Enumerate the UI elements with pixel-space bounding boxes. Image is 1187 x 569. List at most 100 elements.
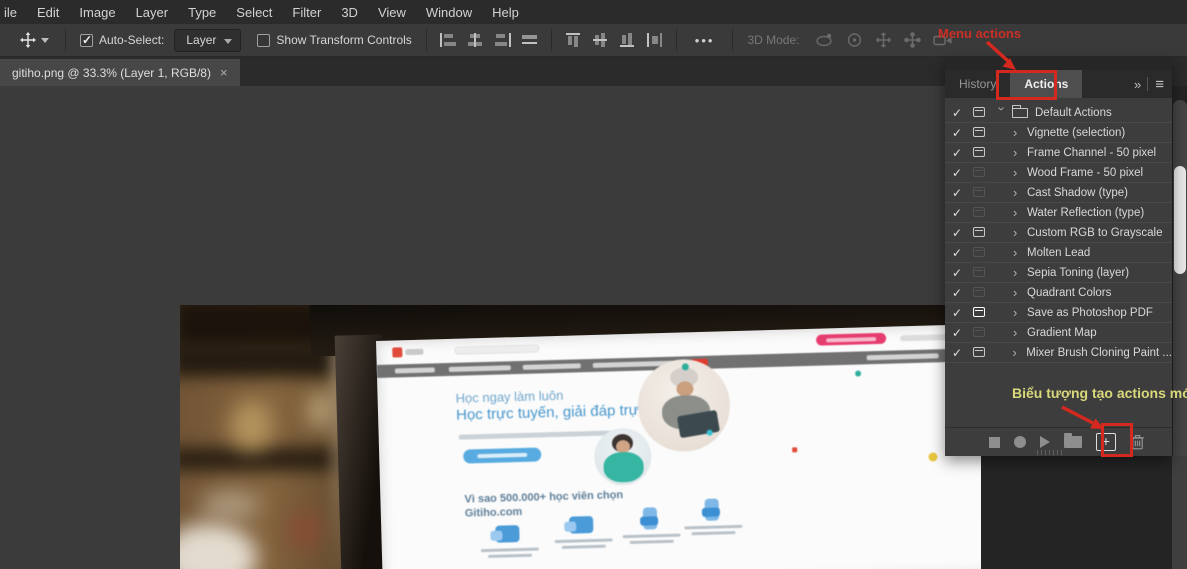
action-label[interactable]: Molten Lead (1027, 247, 1090, 259)
action-row[interactable]: ✓ › Custom RGB to Grayscale (945, 223, 1172, 243)
3d-slide-icon[interactable] (904, 32, 922, 48)
disclosure-triangle-icon[interactable]: › (1013, 146, 1027, 159)
disclosure-triangle-icon[interactable]: › (1013, 266, 1027, 279)
stop-button[interactable] (989, 436, 1000, 448)
document-image[interactable]: Học ngay làm luôn Học trực tuyến, giải đ… (180, 305, 981, 569)
auto-select-checkbox[interactable]: Auto-Select: (74, 33, 170, 47)
item-toggle-check-icon[interactable]: ✓ (952, 266, 973, 280)
action-label[interactable]: Vignette (selection) (1027, 127, 1125, 139)
play-button[interactable] (1040, 436, 1050, 448)
disclosure-triangle-icon[interactable]: › (1012, 346, 1026, 359)
disclosure-triangle-icon[interactable]: › (1013, 246, 1027, 259)
dialog-toggle-icon[interactable] (973, 146, 985, 157)
menu-item[interactable]: Help (482, 5, 529, 20)
dialog-toggle-icon[interactable] (973, 266, 985, 277)
align-left-edges-icon[interactable] (439, 33, 457, 47)
action-label[interactable]: Save as Photoshop PDF (1027, 307, 1153, 319)
action-row[interactable]: ✓ › Sepia Toning (layer) (945, 263, 1172, 283)
move-tool-button[interactable] (0, 32, 57, 48)
action-label[interactable]: Frame Channel - 50 pixel (1027, 147, 1156, 159)
item-toggle-check-icon[interactable]: ✓ (952, 286, 973, 300)
dialog-toggle-icon[interactable] (973, 226, 985, 237)
align-bottom-edges-icon[interactable] (618, 33, 636, 47)
tool-preset-chevron-icon[interactable] (41, 37, 49, 43)
3d-roll-icon[interactable] (846, 32, 863, 48)
action-row[interactable]: ✓ › Cast Shadow (type) (945, 183, 1172, 203)
menu-item[interactable]: Layer (126, 5, 179, 20)
item-toggle-check-icon[interactable]: ✓ (952, 246, 973, 260)
action-row[interactable]: ✓ › Mixer Brush Cloning Paint ... (945, 343, 1172, 363)
item-toggle-check-icon[interactable]: ✓ (952, 166, 973, 180)
scrollbar-track[interactable] (1173, 100, 1187, 456)
item-toggle-check-icon[interactable]: ✓ (952, 206, 973, 220)
3d-orbit-icon[interactable] (815, 32, 834, 48)
dialog-toggle-icon[interactable] (973, 306, 985, 317)
action-label[interactable]: Quadrant Colors (1027, 287, 1111, 299)
item-toggle-check-icon[interactable]: ✓ (952, 226, 973, 240)
disclosure-triangle-icon[interactable]: › (995, 107, 1010, 119)
dialog-toggle-icon[interactable] (973, 166, 985, 177)
action-label[interactable]: Water Reflection (type) (1027, 207, 1144, 219)
distribute-horizontal-icon[interactable] (520, 33, 538, 47)
action-row[interactable]: ✓ › Save as Photoshop PDF (945, 303, 1172, 323)
distribute-vertical-icon[interactable] (645, 33, 663, 47)
panel-menu-icon[interactable]: ≡ (1155, 76, 1164, 93)
dialog-toggle-icon[interactable] (973, 106, 985, 117)
action-row[interactable]: ✓ › Frame Channel - 50 pixel (945, 143, 1172, 163)
dialog-toggle-icon[interactable] (973, 126, 985, 137)
item-toggle-check-icon[interactable]: ✓ (952, 346, 973, 360)
dialog-toggle-icon[interactable] (973, 326, 985, 337)
action-label[interactable]: Mixer Brush Cloning Paint ... (1026, 347, 1172, 359)
item-toggle-check-icon[interactable]: ✓ (952, 106, 973, 120)
item-toggle-check-icon[interactable]: ✓ (952, 186, 973, 200)
scrollbar-thumb[interactable] (1174, 166, 1186, 274)
dialog-toggle-icon[interactable] (973, 186, 985, 197)
align-top-edges-icon[interactable] (564, 33, 582, 47)
new-set-button[interactable] (1064, 433, 1082, 448)
record-button[interactable] (1014, 436, 1026, 448)
action-row[interactable]: ✓ › Default Actions (945, 103, 1172, 123)
menu-item[interactable]: Select (226, 5, 282, 20)
disclosure-triangle-icon[interactable]: › (1013, 326, 1027, 339)
action-row[interactable]: ✓ › Wood Frame - 50 pixel (945, 163, 1172, 183)
menu-item[interactable]: Edit (27, 5, 69, 20)
item-toggle-check-icon[interactable]: ✓ (952, 306, 973, 320)
action-row[interactable]: ✓ › Molten Lead (945, 243, 1172, 263)
align-horizontal-centers-icon[interactable] (466, 33, 484, 47)
document-tab[interactable]: gitiho.png @ 33.3% (Layer 1, RGB/8) × (0, 59, 240, 86)
action-label[interactable]: Gradient Map (1027, 327, 1097, 339)
dialog-toggle-icon[interactable] (972, 346, 985, 357)
disclosure-triangle-icon[interactable]: › (1013, 286, 1027, 299)
show-transform-checkbox[interactable]: Show Transform Controls (251, 33, 417, 47)
canvas-area[interactable]: Học ngay làm luôn Học trực tuyến, giải đ… (0, 86, 981, 569)
menu-item[interactable]: Window (416, 5, 482, 20)
action-label[interactable]: Sepia Toning (layer) (1027, 267, 1129, 279)
item-toggle-check-icon[interactable]: ✓ (952, 146, 973, 160)
menu-item[interactable]: 3D (331, 5, 368, 20)
dialog-toggle-icon[interactable] (973, 286, 985, 297)
disclosure-triangle-icon[interactable]: › (1013, 166, 1027, 179)
action-row[interactable]: ✓ › Vignette (selection) (945, 123, 1172, 143)
menu-item[interactable]: Image (69, 5, 125, 20)
menu-item[interactable]: View (368, 5, 416, 20)
menu-item[interactable]: Filter (282, 5, 331, 20)
dialog-toggle-icon[interactable] (973, 206, 985, 217)
checkbox-unchecked-icon[interactable] (257, 33, 271, 47)
action-label[interactable]: Custom RGB to Grayscale (1027, 227, 1162, 239)
align-vertical-centers-icon[interactable] (591, 33, 609, 47)
close-icon[interactable]: × (220, 65, 228, 80)
action-row[interactable]: ✓ › Gradient Map (945, 323, 1172, 343)
disclosure-triangle-icon[interactable]: › (1013, 186, 1027, 199)
disclosure-triangle-icon[interactable]: › (1013, 226, 1027, 239)
item-toggle-check-icon[interactable]: ✓ (952, 326, 973, 340)
disclosure-triangle-icon[interactable]: › (1013, 306, 1027, 319)
checkbox-checked-icon[interactable] (80, 33, 93, 47)
dialog-toggle-icon[interactable] (973, 246, 985, 257)
action-label[interactable]: Default Actions (1035, 107, 1112, 119)
menu-item[interactable]: ile (1, 5, 27, 20)
3d-pan-icon[interactable] (875, 32, 892, 48)
menu-item[interactable]: Type (178, 5, 226, 20)
align-right-edges-icon[interactable] (493, 33, 511, 47)
panel-resize-grip[interactable] (1037, 450, 1065, 455)
auto-select-target-dropdown[interactable]: Layer (174, 28, 242, 52)
